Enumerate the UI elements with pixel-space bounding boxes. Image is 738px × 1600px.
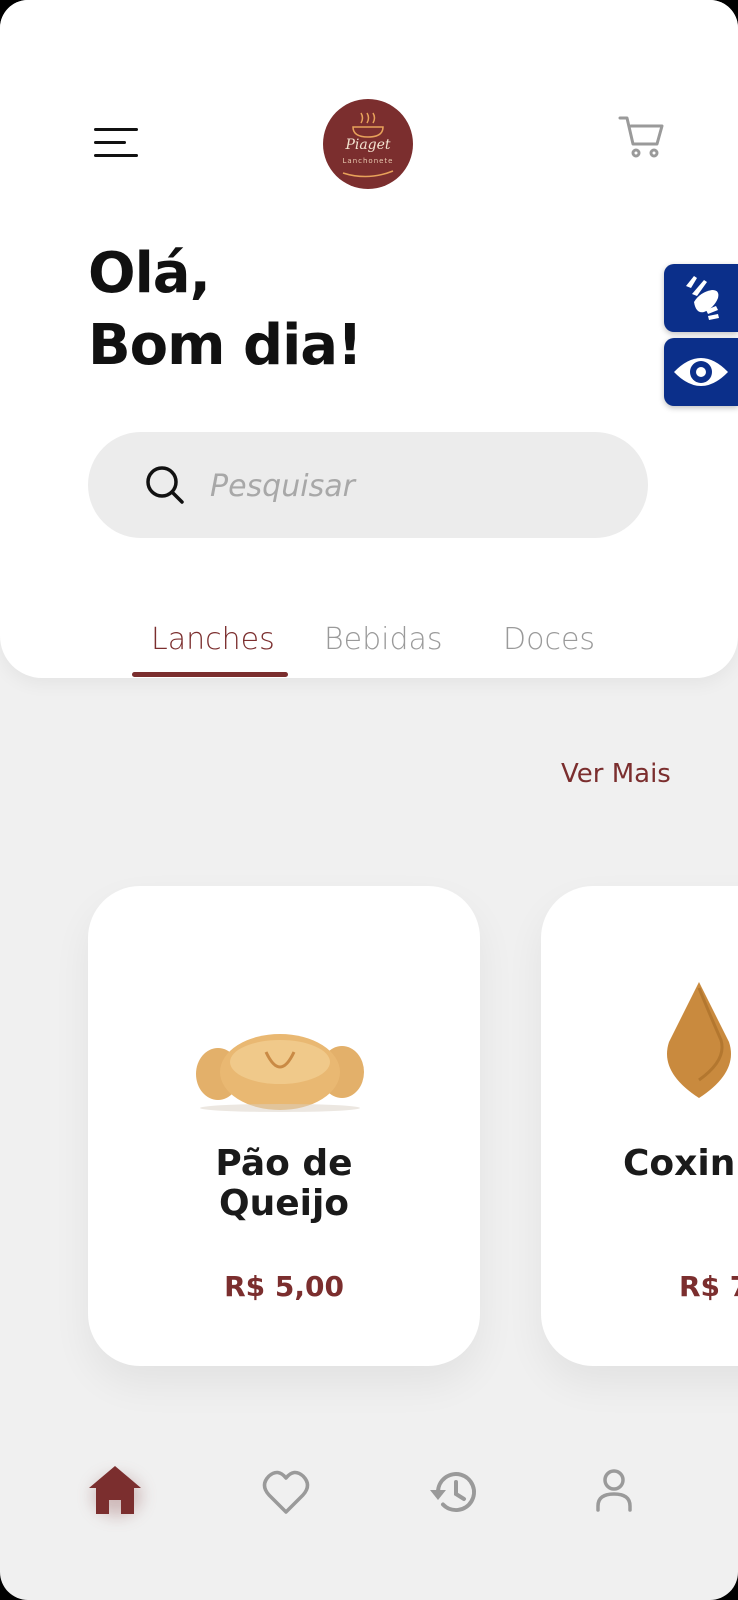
nav-favorites[interactable] [256,1462,316,1522]
product-price: R$ 5,00 [224,1270,344,1303]
coxinha-image [667,982,731,1098]
pao-de-queijo-image [196,1034,364,1112]
product-name-line-1: Pão de [215,1143,353,1184]
sign-language-button[interactable] [664,264,738,332]
app-screen: Piaget Lanchonete Olá, Bom dia! Lanches … [0,0,738,1600]
product-card[interactable]: Coxin R$ 7 [541,886,738,1366]
tab-bebidas[interactable]: Bebidas [324,622,443,657]
product-name-line-2: Queijo [218,1183,350,1224]
product-name: Coxin [623,1144,738,1184]
history-icon [430,1472,476,1513]
ver-mais-link[interactable]: Ver Mais [561,759,671,789]
cart-icon [618,116,664,158]
search-bar[interactable] [88,432,648,538]
greeting-heading: Olá, Bom dia! [88,238,363,382]
logo-subtext: Lanchonete [342,157,394,165]
product-name: Pão de Queijo [88,1144,480,1224]
nav-home[interactable] [85,1462,145,1522]
search-icon [146,466,184,504]
greeting-line-1: Olá, [88,241,211,306]
nav-profile[interactable] [584,1462,644,1522]
cart-button[interactable] [618,114,666,162]
product-name-line-1: Coxin [623,1143,736,1184]
product-card[interactable]: Pão de Queijo R$ 5,00 [88,886,480,1366]
menu-icon [94,128,138,131]
sign-language-icon [686,276,719,320]
visual-accessibility-button[interactable] [664,338,738,406]
home-icon [89,1466,141,1514]
greeting-line-2: Bom dia! [88,313,363,378]
menu-button[interactable] [94,126,140,162]
tab-lanches[interactable]: Lanches [151,622,275,657]
product-price: R$ 7 [679,1270,738,1303]
logo-text: Piaget [345,137,391,153]
eye-icon [674,358,728,386]
user-icon [596,1469,632,1512]
brand-logo: Piaget Lanchonete [323,99,413,189]
search-input[interactable] [208,456,612,516]
active-tab-indicator [132,672,288,677]
tab-doces[interactable]: Doces [503,622,595,657]
heart-icon [262,1470,310,1514]
header-card: Piaget Lanchonete Olá, Bom dia! Lanches … [0,0,738,678]
nav-history[interactable] [424,1462,484,1522]
